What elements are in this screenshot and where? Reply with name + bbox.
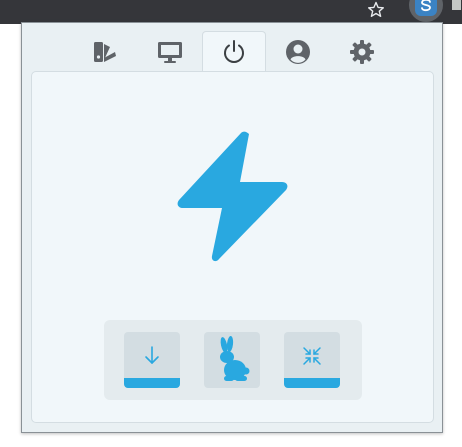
- tab-account[interactable]: [266, 33, 330, 71]
- star-icon[interactable]: [366, 0, 386, 20]
- compress-icon: [303, 347, 321, 365]
- power-panel: [31, 71, 434, 423]
- browser-toolbar: [0, 0, 462, 24]
- lightning-bolt-icon[interactable]: [176, 130, 290, 262]
- account-icon: [286, 40, 310, 64]
- tab-power[interactable]: [202, 31, 266, 72]
- rabbit-icon: [220, 336, 250, 381]
- gear-icon: [350, 40, 374, 64]
- power-icon: [224, 40, 244, 63]
- speed-button[interactable]: [204, 332, 260, 388]
- arrow-down-icon: [145, 346, 159, 364]
- puzzle-icon[interactable]: [449, 0, 462, 12]
- palette-icon: [94, 42, 116, 62]
- compress-button[interactable]: [284, 332, 340, 388]
- extension-popup: [21, 22, 443, 433]
- download-button[interactable]: [124, 332, 180, 388]
- tab-settings[interactable]: [330, 33, 394, 71]
- extension-s-icon: [415, 0, 437, 16]
- tab-bar: [22, 23, 442, 72]
- tab-appearance[interactable]: [73, 33, 137, 71]
- monitor-icon: [158, 42, 182, 63]
- selected-indicator: [284, 378, 340, 388]
- tab-display[interactable]: [138, 33, 202, 71]
- selected-indicator: [124, 378, 180, 388]
- action-tray: [104, 320, 362, 400]
